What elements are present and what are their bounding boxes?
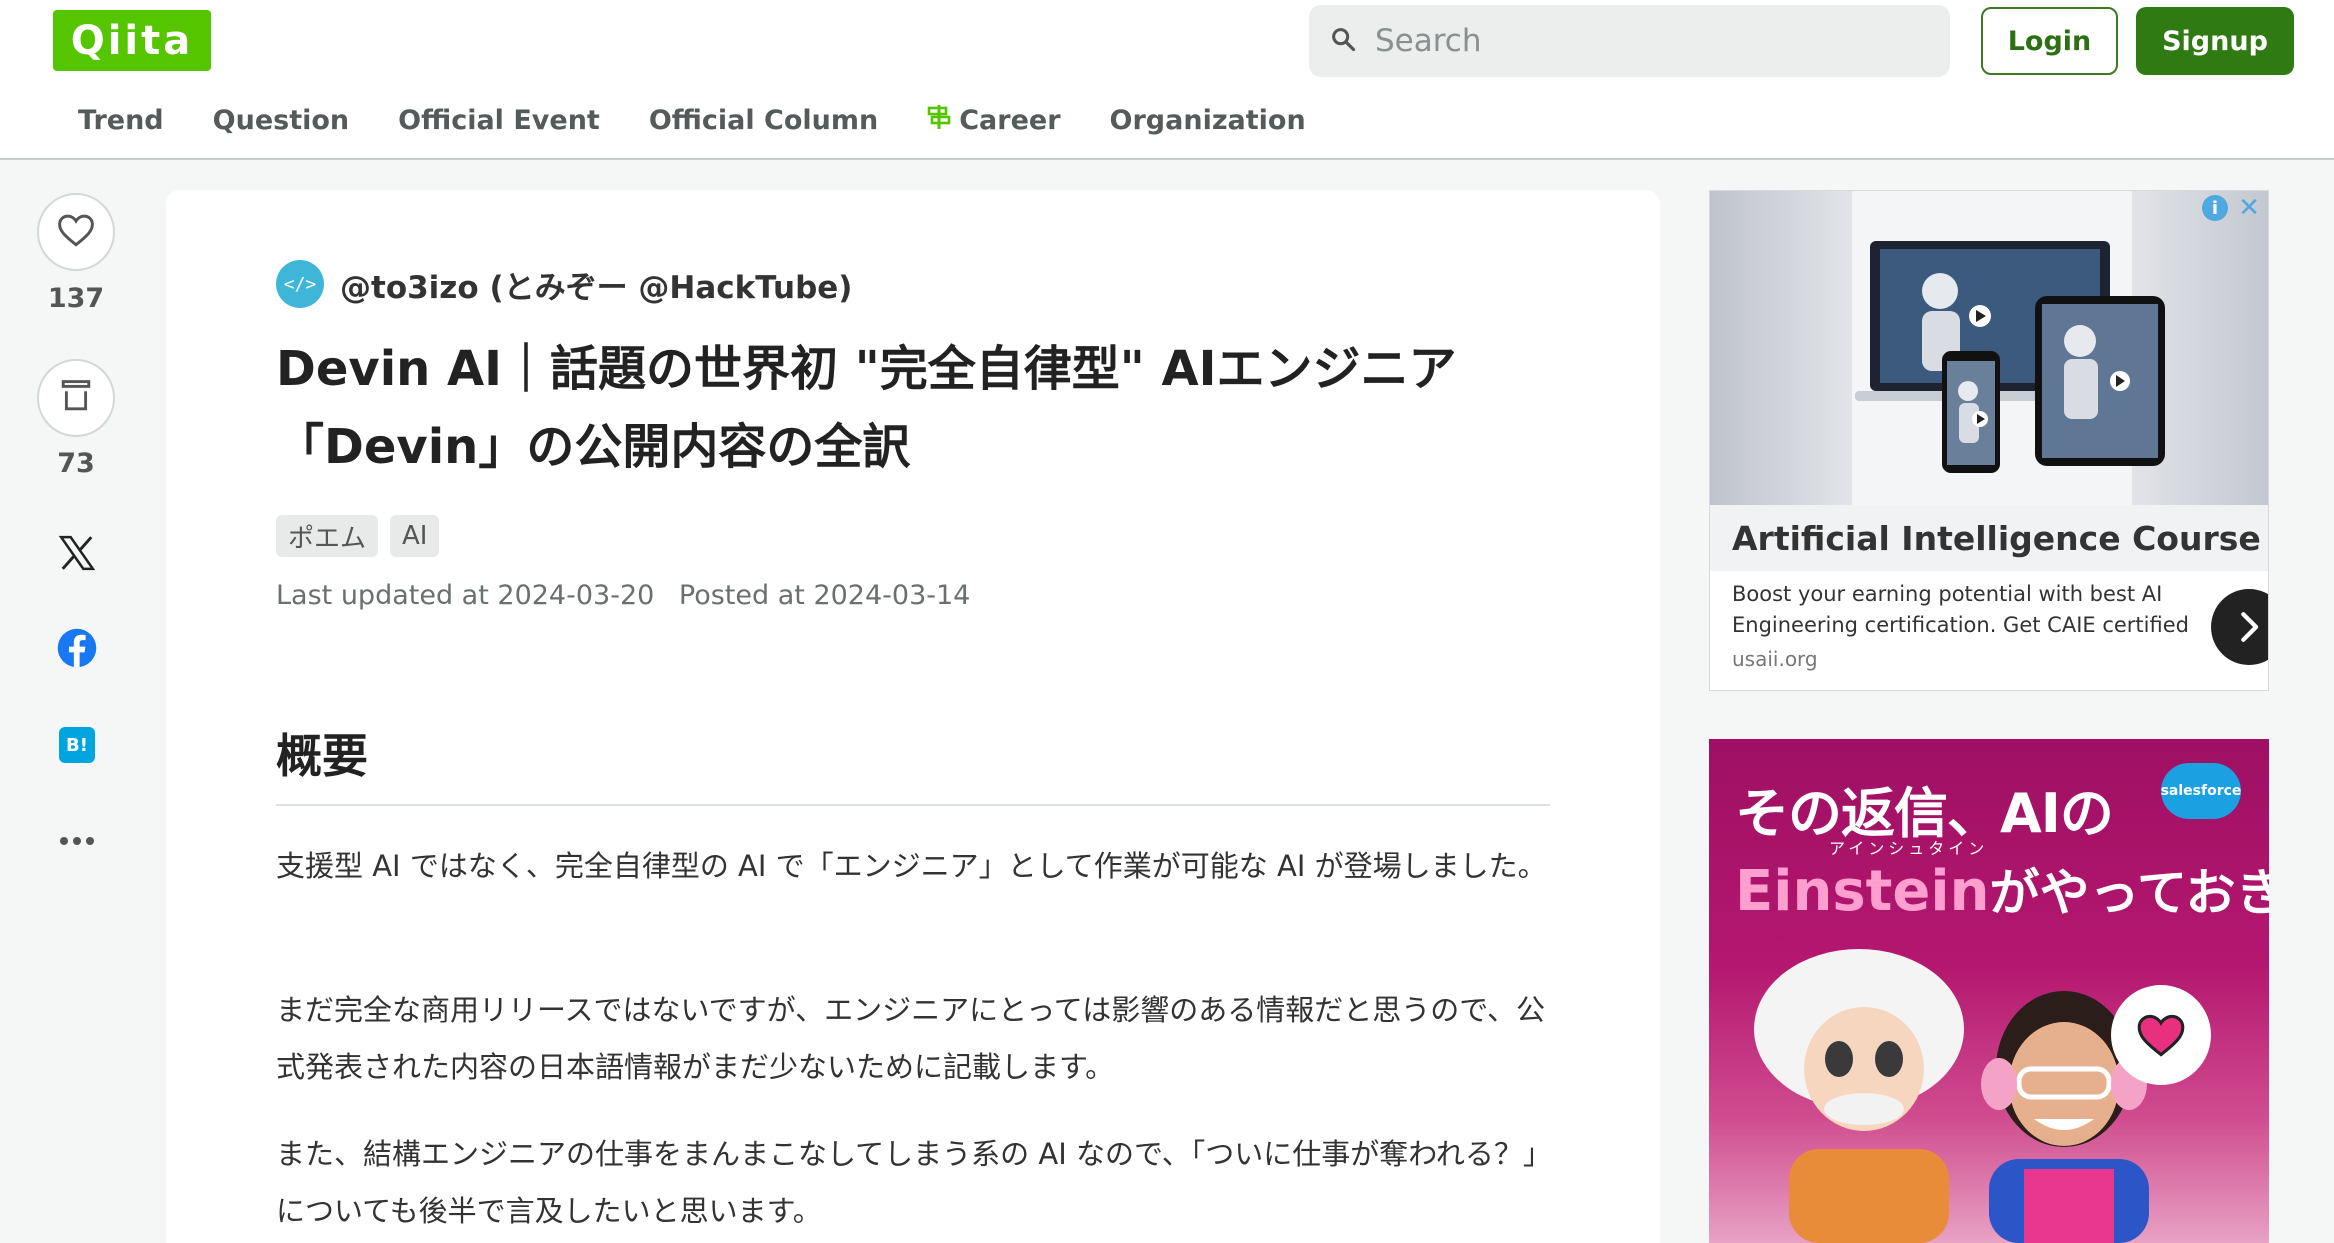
article-card: </> @to3izo (とみぞー @HackTube) Devin AI｜話題… (166, 190, 1660, 1243)
search-icon (1329, 25, 1357, 57)
site-header: Qiita Login Signup Trend Question Offici… (0, 0, 2334, 160)
ad-salesforce-einstein[interactable]: その返信、AIの アインシュタイン Einsteinがやっておきます。 sale… (1709, 739, 2269, 1243)
nav-career-label: Career (959, 104, 1061, 136)
nav-trend[interactable]: Trend (78, 105, 164, 136)
search-input[interactable] (1375, 23, 1935, 59)
like-button[interactable] (37, 193, 115, 271)
hatena-label: B! (59, 727, 95, 763)
ad-domain[interactable]: usaii.org (1732, 647, 1818, 671)
nav-official-column[interactable]: Official Column (649, 105, 878, 136)
paragraph-1: 支援型 AI ではなく、完全自律型の AI で「エンジニア」として作業が可能な … (276, 849, 1547, 883)
paragraph-3: また、結構エンジニアの仕事をまんまこなしてしまう系の AI なので、「ついに仕事… (276, 1137, 1552, 1228)
nav-question[interactable]: Question (213, 105, 350, 136)
author-block[interactable]: </> @to3izo (とみぞー @HackTube) (276, 260, 852, 308)
section-heading: 概要 (276, 720, 1550, 806)
ad-ai-course[interactable]: i ✕ Artificial Intelligence Course Boost… (1709, 190, 2269, 691)
ad-close-icon[interactable]: ✕ (2238, 193, 2260, 223)
hatena-bookmark-icon[interactable]: B! (56, 724, 98, 766)
nav-official-event[interactable]: Official Event (398, 105, 600, 136)
ad-title-bar[interactable]: Artificial Intelligence Course (1710, 505, 2268, 571)
ad2-illustration (1754, 949, 2149, 1243)
ad2-heart-icon (2111, 985, 2211, 1085)
ad2-einstein: Einstein (1735, 859, 1990, 924)
facebook-icon[interactable] (56, 627, 98, 669)
tag-list: ポエム AI (276, 515, 451, 557)
stock-count: 73 (57, 448, 95, 479)
ad-info-icon[interactable]: i (2202, 195, 2228, 221)
login-button[interactable]: Login (1981, 7, 2118, 75)
ad2-subline[interactable]: Einsteinがやっておきます。 (1735, 853, 2269, 925)
article-dates: Last updated at 2024-03-20 Posted at 202… (276, 580, 986, 611)
signup-button[interactable]: Signup (2136, 7, 2294, 75)
tag-ai[interactable]: AI (390, 515, 440, 557)
nav-organization[interactable]: Organization (1110, 105, 1306, 136)
posted-at: Posted at 2024-03-14 (678, 580, 971, 611)
ad-title[interactable]: Artificial Intelligence Course (1732, 519, 2261, 558)
search-box[interactable] (1309, 5, 1950, 77)
ad2-sub-rest: がやっておきます。 (1989, 864, 2269, 922)
article-title: Devin AI｜話題の世界初 "完全自律型" AIエンジニア「Devin」の公… (276, 341, 1457, 475)
last-updated: Last updated at 2024-03-20 (276, 580, 655, 611)
heart-icon (56, 212, 96, 252)
author-name[interactable]: @to3izo (とみぞー @HackTube) (340, 262, 852, 307)
author-avatar[interactable]: </> (276, 260, 324, 308)
qiita-logo[interactable]: Qiita (53, 10, 211, 71)
like-count: 137 (47, 283, 105, 314)
stock-icon (60, 378, 92, 418)
paragraph-2: まだ完全な商用リリースではないですが、エンジニアにとっては影響のある情報だと思う… (276, 993, 1546, 1084)
stock-button[interactable] (37, 359, 115, 437)
ad-image-devices[interactable] (1710, 191, 2268, 505)
more-icon[interactable] (56, 820, 98, 862)
ad-next-arrow-icon[interactable] (2211, 589, 2268, 665)
career-icon (927, 104, 959, 137)
x-share-icon[interactable] (56, 532, 98, 574)
tag-poem[interactable]: ポエム (276, 515, 379, 557)
main-nav: Trend Question Official Event Official C… (78, 98, 1355, 142)
salesforce-logo[interactable]: salesforce (2161, 763, 2241, 819)
ad-description[interactable]: Boost your earning potential with best A… (1732, 579, 2192, 641)
nav-career[interactable]: Career (927, 104, 1061, 137)
